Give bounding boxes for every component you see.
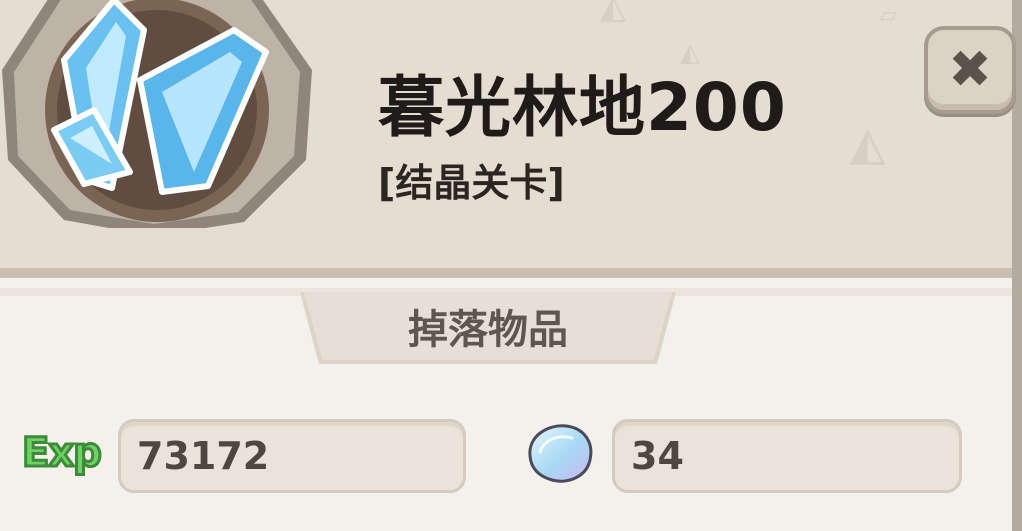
drops-tab-label: 掉落物品: [408, 307, 568, 353]
exp-value: 73172: [137, 434, 270, 478]
decor-pebble-icon: ◭: [850, 116, 886, 170]
crystal-icon: [2, 0, 312, 228]
exp-value-field: 73172: [118, 419, 466, 493]
shell-icon: [528, 424, 593, 483]
level-type-label: [结晶关卡]: [378, 161, 565, 205]
exp-icon: Exp: [21, 429, 104, 478]
shell-value-field: 34: [612, 419, 962, 493]
decor-pebble-icon: ▱: [880, 3, 897, 28]
decor-pebble-icon: ◭: [600, 0, 627, 27]
close-icon: ✖: [948, 40, 992, 100]
level-title: 暮光林地200: [378, 69, 787, 146]
level-info-panel: ◭ ◭ ◭ ▱ 暮光林地200 [结晶关卡] ✖ 掉落物品 Exp 73172: [0, 0, 1022, 531]
close-button[interactable]: ✖: [924, 26, 1016, 114]
drops-tab: 掉落物品: [304, 292, 672, 360]
shell-value: 34: [631, 434, 684, 478]
